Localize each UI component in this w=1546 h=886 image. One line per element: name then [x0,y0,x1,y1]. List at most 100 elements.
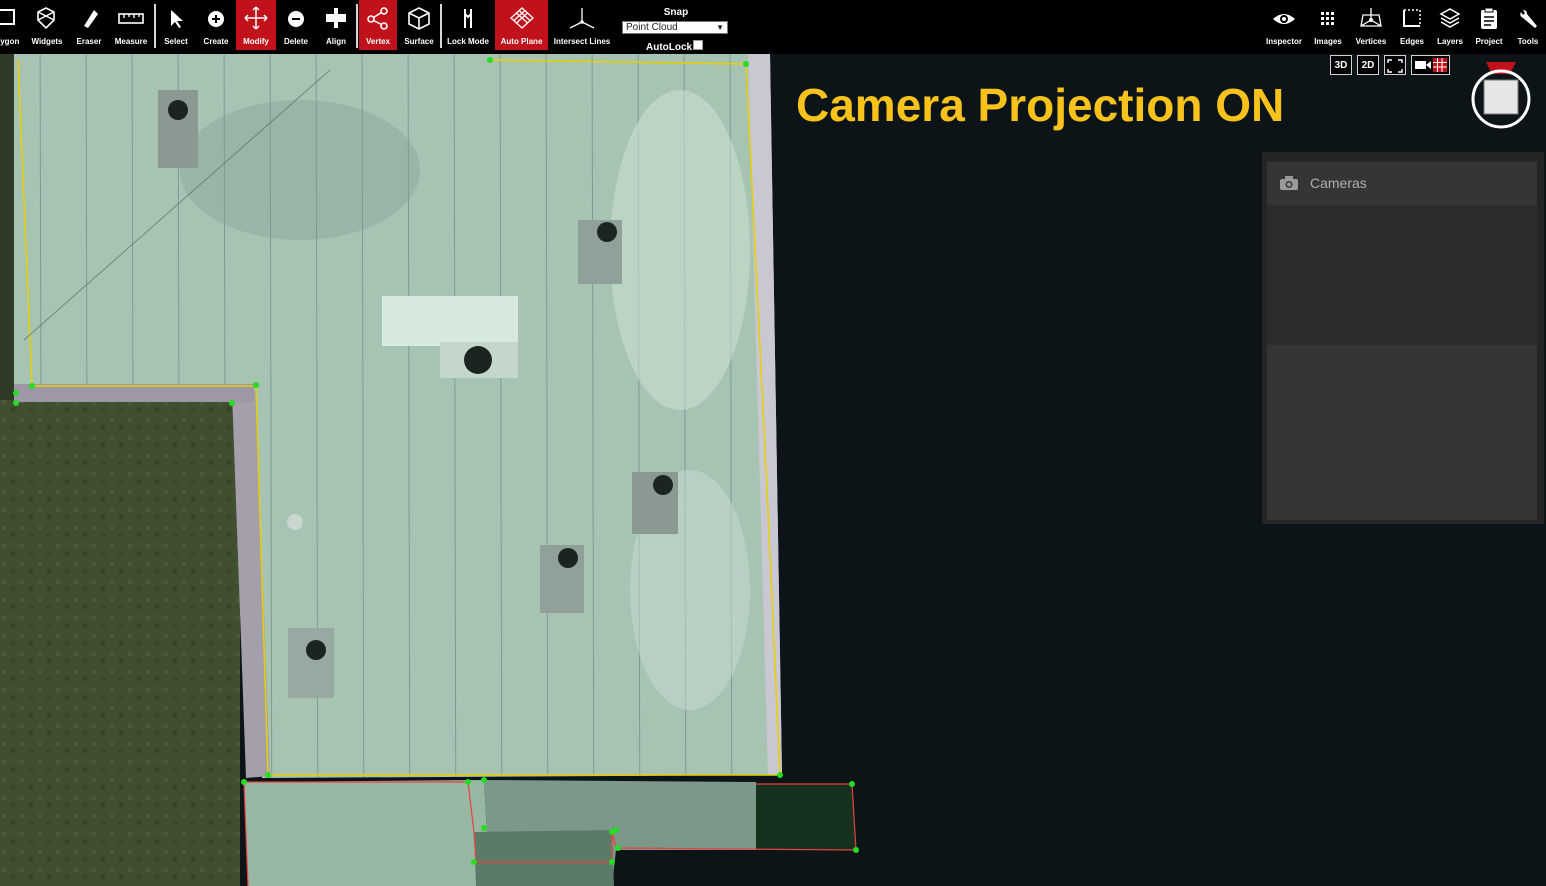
annex-roof[interactable] [244,780,490,886]
tool-delete[interactable]: Delete [278,0,314,50]
cameras-panel-header[interactable]: Cameras [1267,162,1537,205]
tool-label: lygon [0,37,20,46]
images-grid-icon [1321,12,1334,25]
create-plus-icon [208,11,224,27]
tool-label: Modify [243,37,269,46]
top-toolbar: lygon Widgets Eraser Measure Select Crea… [0,0,1546,54]
cameras-panel-title: Cameras [1310,175,1367,191]
tool-vertex[interactable]: Vertex [359,0,397,50]
tool-label: Lock Mode [447,37,489,46]
roof-vent [287,514,303,530]
camera-icon [1280,176,1298,190]
layers-icon [1439,8,1461,28]
tool-polygon[interactable]: lygon [0,0,20,50]
tool-create[interactable]: Create [198,0,234,50]
tool-label: Project [1475,37,1503,46]
tool-eraser[interactable]: Eraser [70,0,108,50]
toolbar-divider [154,4,156,48]
tool-label: Delete [283,37,308,46]
tool-label: Intersect Lines [553,37,611,46]
eye-icon [1273,14,1295,24]
tool-layers[interactable]: Layers [1432,0,1468,50]
tool-surface[interactable]: Surface [400,0,438,50]
cube-icon [408,7,430,30]
align-icon [326,8,346,28]
grid-diamond-icon [509,7,534,29]
autolock-checkbox[interactable] [693,40,704,50]
intersect-lines-icon [569,8,595,29]
tool-align[interactable]: Align [318,0,354,50]
grass-area [0,400,240,886]
camera-projection-toggle[interactable] [1411,55,1450,75]
tool-intersect-lines[interactable]: Intersect Lines [552,0,612,50]
edges-icon [1403,9,1421,27]
autolock-toggle[interactable]: AutoLock [646,40,704,53]
hvac-unit [288,628,334,698]
snap-label: Snap [663,7,689,18]
tool-label: Layers [1437,37,1463,46]
video-camera-grid-icon [1414,58,1447,72]
annex-roof-lower[interactable] [474,830,614,886]
tool-project[interactable]: Project [1470,0,1508,50]
tool-vertices[interactable]: Vertices [1350,0,1392,50]
view-cube-gizmo[interactable] [1468,56,1534,132]
tool-edges[interactable]: Edges [1394,0,1430,50]
toolbar-divider [440,4,442,48]
hvac-unit [578,220,622,284]
cameras-preview [1267,345,1537,520]
snap-dropdown[interactable]: Point Cloud ▼ [622,21,728,34]
hvac-unit [158,90,198,168]
tool-measure[interactable]: Measure [110,0,152,50]
chevron-down-icon: ▼ [716,23,724,32]
fullscreen-icon [1387,59,1403,73]
vertex-share-icon [367,7,388,30]
tool-tools[interactable]: Tools [1510,0,1546,50]
autolock-label: AutoLock [646,42,693,53]
tool-label: Tools [1517,37,1539,46]
cameras-list[interactable] [1267,205,1537,345]
snap-value: Point Cloud [626,22,678,33]
toolbar-divider [356,4,358,48]
hvac-unit [632,472,678,534]
tool-lock-mode[interactable]: Lock Mode [444,0,492,50]
tool-label: Surface [404,37,434,46]
wrench-icon [1520,10,1537,28]
tool-auto-plane[interactable]: Auto Plane [495,0,548,50]
tool-images[interactable]: Images [1308,0,1348,50]
tool-modify[interactable]: Modify [236,0,276,50]
hvac-unit [540,545,584,613]
tool-label: Vertices [1355,37,1387,46]
delete-minus-icon [288,11,304,27]
tool-label: Align [326,37,346,46]
ruler-icon [118,13,144,24]
view-3d-button[interactable]: 3D [1330,55,1352,75]
lock-mode-icon [464,9,472,28]
tool-inspector[interactable]: Inspector [1262,0,1306,50]
cameras-panel: Cameras [1262,152,1544,524]
move-arrows-icon [244,6,268,30]
grass-strip [0,54,14,400]
tool-label: Edges [1399,37,1424,46]
tool-select[interactable]: Select [158,0,194,50]
tool-label: Select [164,37,188,46]
tool-label: Vertex [365,37,391,46]
tool-label: Inspector [1265,37,1302,46]
tool-label: Images [1314,37,1342,46]
eraser-icon [84,10,98,28]
dark-plane[interactable] [756,784,856,850]
select-cursor-icon [171,10,183,28]
tool-label: Create [203,37,229,46]
widgets-icon [37,7,55,30]
tool-label: Measure [114,37,148,46]
tool-label: Eraser [76,37,102,46]
tool-widgets[interactable]: Widgets [28,0,66,50]
vertices-icon [1360,8,1382,27]
tool-label: Auto Plane [500,37,543,46]
view-2d-button[interactable]: 2D [1357,55,1379,75]
clipboard-icon [1481,7,1497,29]
camera-projection-status: Camera Projection ON [796,79,1285,131]
roof-stain [610,90,750,410]
tool-label: Widgets [31,37,63,46]
polygon-icon [0,9,15,25]
fullscreen-button[interactable] [1384,55,1406,75]
